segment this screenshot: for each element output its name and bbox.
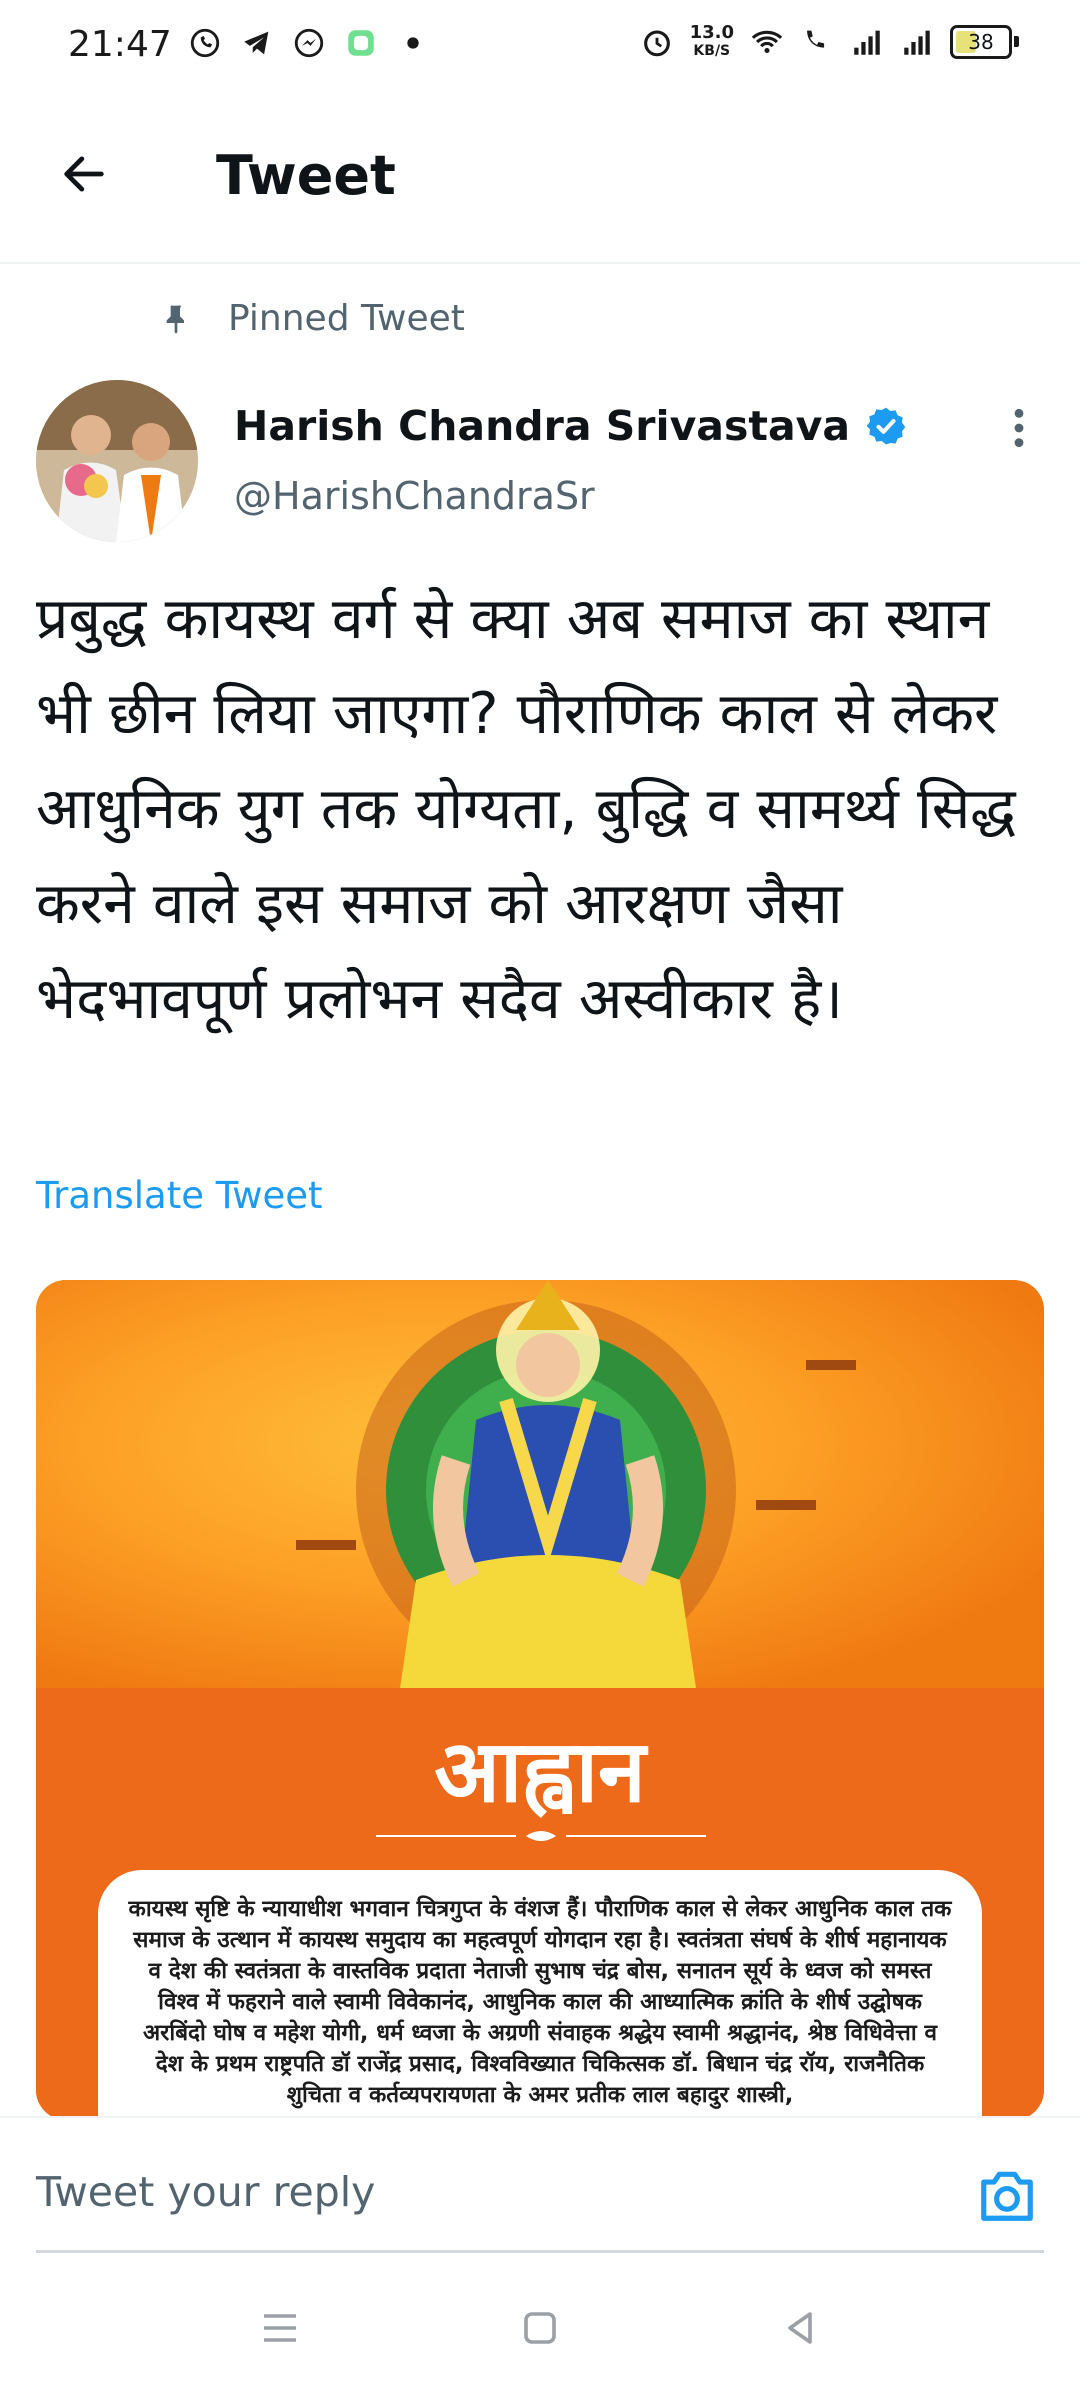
triangle-back-icon	[788, 2312, 812, 2344]
back-nav-button[interactable]	[776, 2304, 824, 2352]
square-home-icon	[524, 2312, 556, 2344]
network-speed-value: 13.0	[689, 22, 734, 43]
app-icon	[348, 30, 374, 56]
app-bar: Tweet	[0, 96, 1080, 264]
media-notice-text: कायस्थ सृष्टि के न्यायाधीश भगवान चित्रगु…	[128, 1896, 952, 2108]
whatsapp-icon	[190, 28, 220, 58]
more-notifications-dot-icon	[407, 37, 419, 49]
tweet-media-image[interactable]: आह्वान कायस्थ सृष्टि के न्यायाधीश भगवान …	[36, 1280, 1044, 2120]
system-icons: 13.0 KB/S 38	[640, 24, 1019, 60]
pin-icon	[166, 305, 184, 334]
media-notice-section: आह्वान कायस्थ सृष्टि के न्यायाधीश भगवान …	[36, 1688, 1044, 2120]
media-heading: आह्वान	[434, 1722, 646, 1822]
menu-icon	[264, 2314, 296, 2342]
author-name[interactable]: Harish Chandra Srivastava	[234, 402, 906, 450]
camera-button[interactable]	[976, 2166, 1038, 2224]
pinned-indicator: Pinned Tweet	[160, 298, 465, 339]
home-nav-button[interactable]	[516, 2304, 564, 2352]
network-speed-unit: KB/S	[693, 43, 731, 59]
verified-badge-icon	[866, 407, 906, 445]
deity-illustration	[36, 1280, 1044, 1688]
telegram-icon	[244, 31, 269, 55]
alarm-icon	[643, 30, 670, 57]
menu-nav-button[interactable]	[256, 2304, 304, 2352]
reply-input[interactable]: Tweet your reply	[36, 2168, 375, 2216]
notification-icons	[188, 26, 430, 60]
battery-icon: 38	[950, 25, 1019, 59]
ornament-divider-icon	[376, 1831, 706, 1841]
back-button[interactable]	[44, 134, 124, 214]
author-handle[interactable]: @HarishChandraSr	[234, 474, 595, 518]
more-options-button[interactable]	[1004, 406, 1034, 450]
system-nav-bar	[0, 2256, 1080, 2400]
messenger-icon	[294, 28, 324, 58]
volte-call-icon	[807, 30, 825, 48]
signal-icon-1	[854, 30, 880, 55]
avatar-image	[36, 380, 198, 542]
signal-icon-2	[904, 30, 930, 55]
pinned-label: Pinned Tweet	[228, 298, 465, 339]
arrow-left-icon	[64, 156, 104, 192]
page-title: Tweet	[216, 144, 396, 207]
status-time: 21:47	[68, 24, 172, 65]
chitragupta-artwork	[296, 1280, 856, 1688]
wifi-icon	[751, 30, 783, 54]
status-bar: 21:47 13.0 KB/S 38	[0, 0, 1080, 96]
reply-divider	[36, 2250, 1044, 2253]
author-name-text: Harish Chandra Srivastava	[234, 402, 851, 450]
translate-tweet-link[interactable]: Translate Tweet	[36, 1174, 323, 1217]
tweet-text: प्रबुद्ध कायस्थ वर्ग से क्या अब समाज का …	[36, 586, 1016, 1032]
avatar[interactable]	[36, 380, 198, 542]
camera-icon	[981, 2171, 1033, 2221]
network-speed: 13.0 KB/S	[690, 24, 734, 60]
media-notice-card: कायस्थ सृष्टि के न्यायाधीश भगवान चित्रगु…	[98, 1870, 982, 2120]
more-vertical-icon	[1014, 408, 1024, 448]
battery-level: 38	[968, 30, 994, 54]
reply-bar: Tweet your reply	[0, 2116, 1080, 2258]
